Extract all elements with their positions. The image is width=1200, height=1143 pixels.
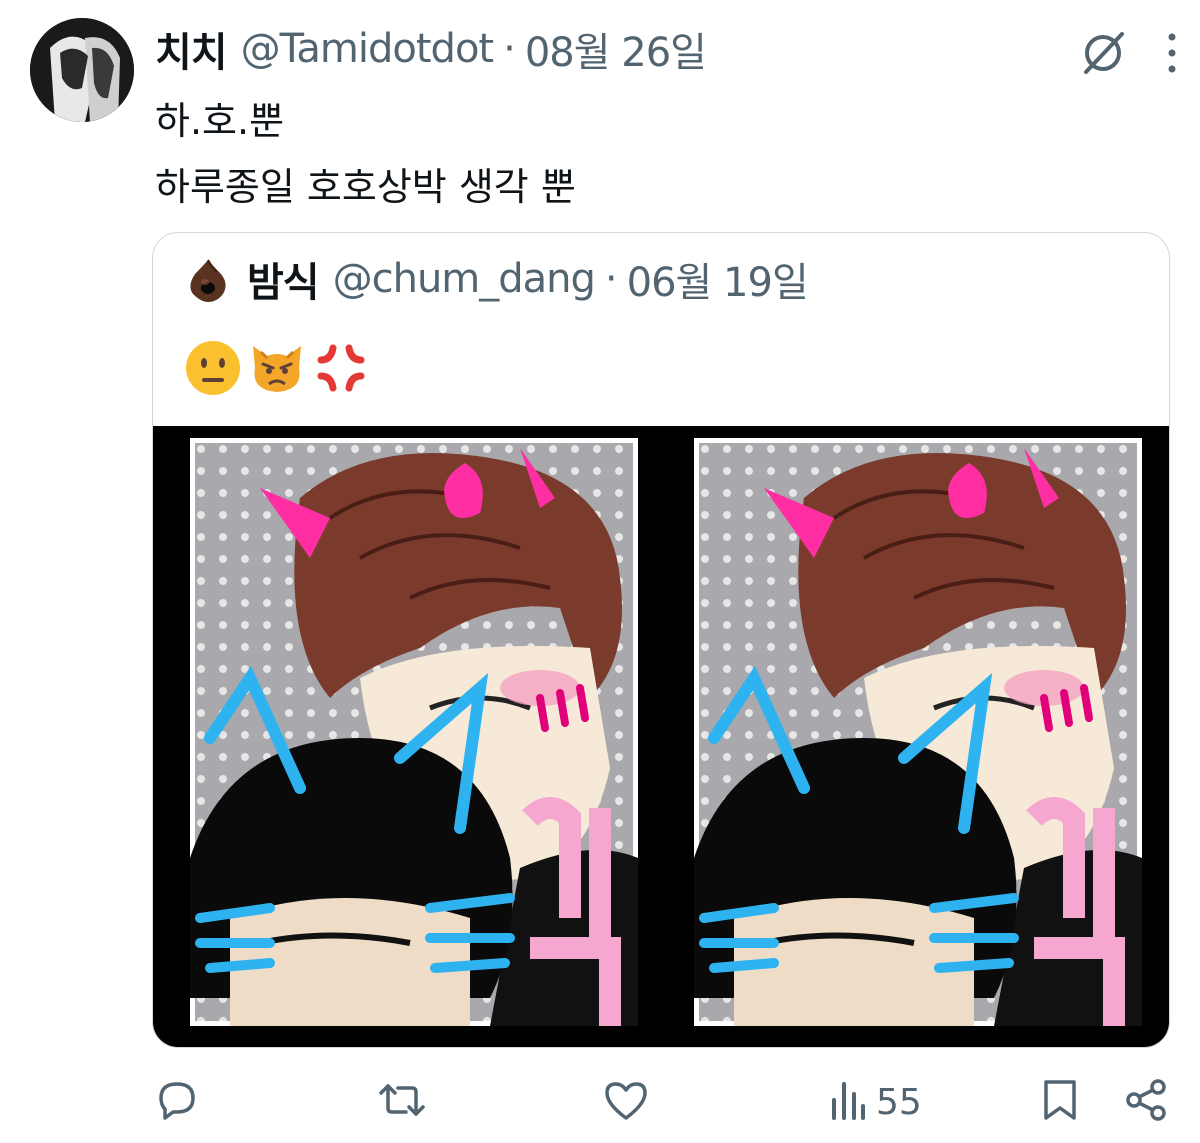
separator-dot: ·	[503, 26, 516, 72]
reply-icon	[155, 1078, 199, 1126]
quote-emojis	[183, 333, 371, 403]
quote-author-handle[interactable]: @chum_dang	[333, 256, 596, 302]
retweet-button[interactable]	[378, 1074, 426, 1130]
top-actions	[1078, 28, 1180, 78]
pouting-cat-icon	[247, 338, 307, 398]
quote-author-name[interactable]: 밤식	[247, 250, 320, 308]
views-count: 55	[876, 1081, 922, 1123]
tweet-line: 하루종일 호호상박 생각 뿐	[155, 165, 576, 209]
quoted-tweet[interactable]: 밤식 @chum_dang · 06월 19일	[152, 232, 1170, 1048]
neutral-face-icon	[183, 338, 243, 398]
action-bar: 55	[0, 1074, 1200, 1130]
tweet-text: 하.호.뿐 하루종일 호호상박 생각 뿐	[155, 88, 576, 220]
reply-button[interactable]	[155, 1074, 199, 1130]
author-name[interactable]: 치치	[155, 20, 228, 78]
like-icon	[603, 1078, 649, 1126]
manga-image-left[interactable]	[190, 438, 638, 1026]
views-icon	[830, 1078, 866, 1126]
bookmark-button[interactable]	[1040, 1074, 1080, 1130]
separator-dot: ·	[604, 256, 618, 302]
tweet-line: 하.호.뿐	[155, 99, 285, 143]
tweet-header: 치치 @Tamidotdot · 08월 26일	[155, 20, 707, 78]
bookmark-icon	[1040, 1078, 1080, 1126]
author-handle[interactable]: @Tamidotdot	[241, 26, 494, 72]
quote-media[interactable]	[153, 426, 1169, 1047]
share-button[interactable]	[1124, 1074, 1168, 1130]
quote-date[interactable]: 06월 19일	[627, 250, 809, 308]
grok-icon[interactable]	[1078, 28, 1128, 78]
share-icon	[1124, 1078, 1168, 1126]
avatar[interactable]	[30, 18, 134, 122]
chestnut-avatar-icon	[183, 254, 233, 304]
quote-header: 밤식 @chum_dang · 06월 19일	[183, 249, 809, 309]
more-icon[interactable]	[1164, 31, 1180, 75]
retweet-icon	[378, 1078, 426, 1126]
like-button[interactable]	[603, 1074, 649, 1130]
manga-image-right[interactable]	[694, 438, 1142, 1026]
tweet-date[interactable]: 08월 26일	[525, 20, 707, 78]
views-button[interactable]: 55	[830, 1074, 922, 1130]
anger-symbol-icon	[311, 338, 371, 398]
